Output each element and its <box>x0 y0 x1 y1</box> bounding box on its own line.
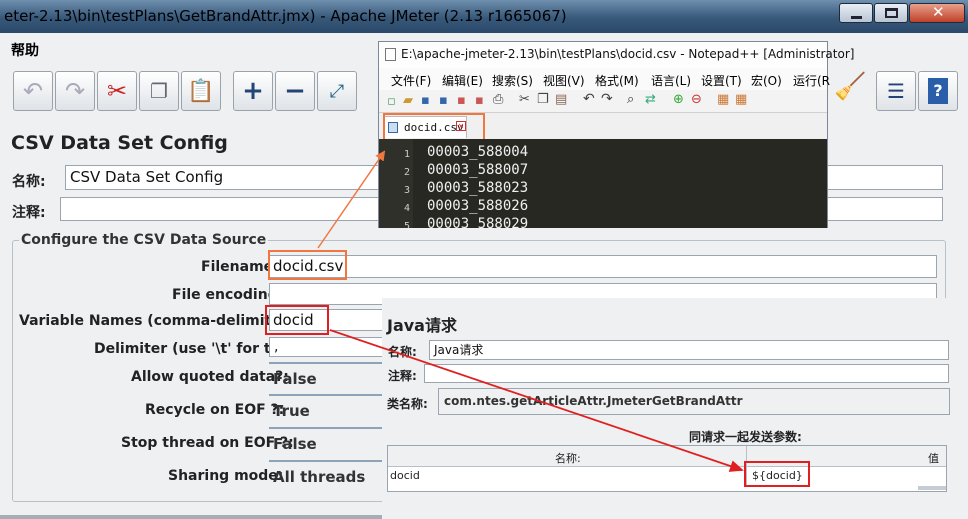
filename-arrow <box>317 150 386 249</box>
annotation-arrows <box>317 150 744 472</box>
variable-arrow <box>329 329 744 472</box>
